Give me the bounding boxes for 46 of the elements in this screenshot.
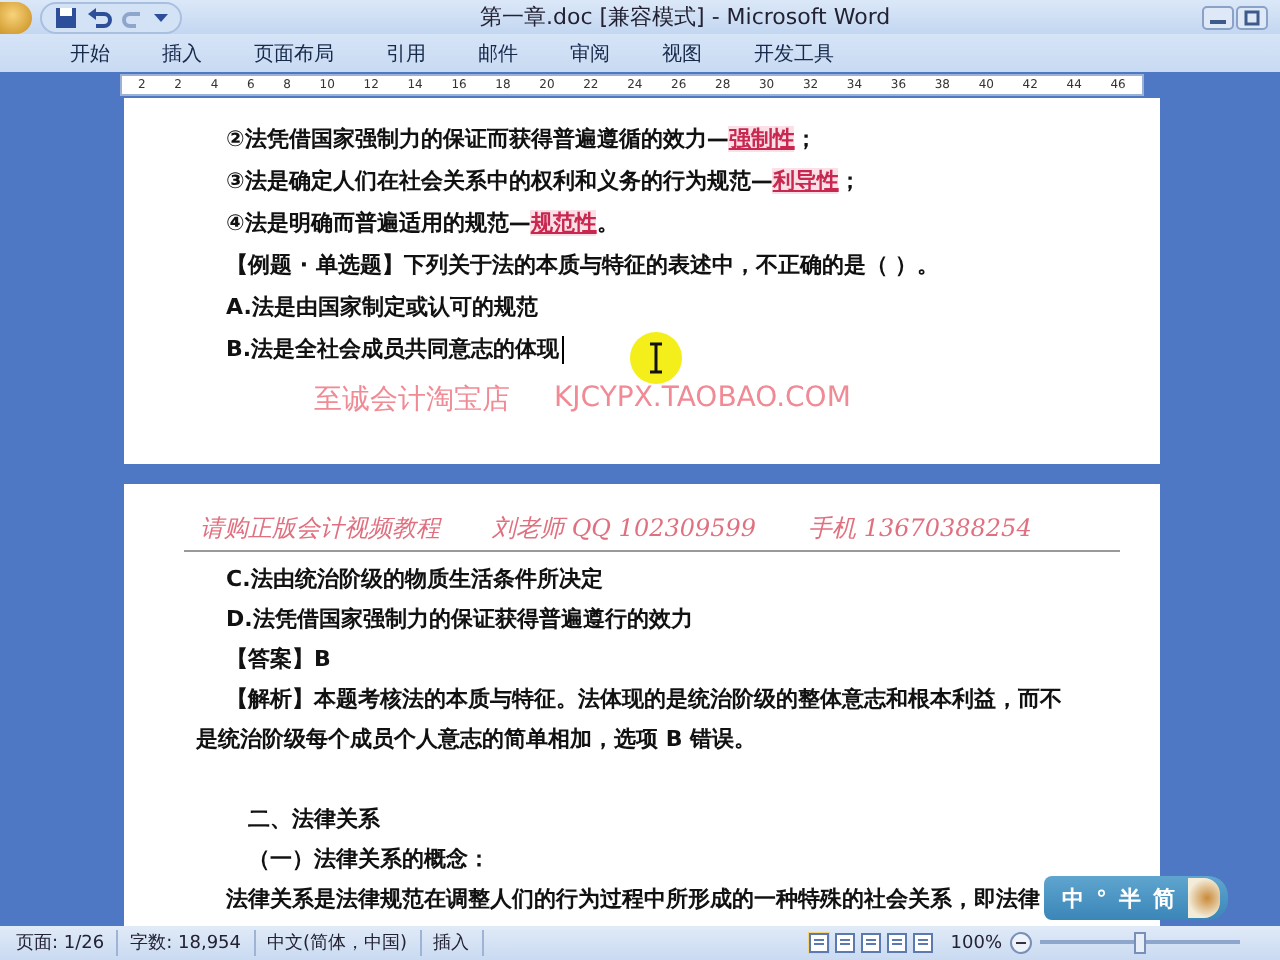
view-mode-icon[interactable] — [860, 932, 883, 954]
zoom-out-icon[interactable] — [1010, 932, 1032, 954]
paragraph: C.法由统治阶级的物质生活条件所决定 — [224, 564, 603, 596]
window-title: 第一章.doc [兼容模式] - Microsoft Word — [480, 2, 891, 32]
ribbon-tab[interactable]: 视图 — [636, 39, 728, 67]
status-item[interactable]: 字数: 18,954 — [118, 930, 255, 956]
paragraph: ③法是确定人们在社会关系中的权利和义务的行为规范—利导性； — [226, 166, 861, 198]
ribbon-tab[interactable]: 引用 — [360, 39, 452, 67]
header-text: 手机 13670388254 — [808, 512, 1032, 546]
heading: （一）法律关系的概念： — [246, 844, 490, 876]
view-mode-icon[interactable] — [834, 932, 857, 954]
zoom-level[interactable]: 100% — [950, 933, 1002, 953]
paragraph: 【答案】B — [224, 644, 331, 676]
paragraph: D.法凭借国家强制力的保证获得普遍遵行的效力 — [224, 604, 693, 636]
ribbon-tab[interactable]: 插入 — [136, 39, 228, 67]
paragraph: 【解析】本题考核法的本质与特征。法体现的是统治阶级的整体意志和根本利益，而不是统治阶级每个成员个人意志的简单相加，选项 B 错误。 — [196, 684, 1064, 756]
ribbon-tab[interactable]: 审阅 — [544, 39, 636, 67]
ribbon-tab[interactable]: 开始 — [44, 39, 136, 67]
view-mode-icon[interactable] — [912, 932, 935, 954]
view-mode-icon[interactable] — [886, 932, 909, 954]
minimize-icon[interactable] — [1202, 5, 1234, 29]
ribbon-tab[interactable]: 邮件 — [452, 39, 544, 67]
zoom-slider-thumb[interactable] — [1134, 932, 1146, 954]
restore-icon[interactable] — [1236, 5, 1268, 29]
heading: 二、法律关系 — [246, 804, 380, 836]
footer-text: 至诚会计淘宝店 — [314, 382, 510, 418]
paragraph: ④法是明确而普遍适用的规范—规范性。 — [226, 208, 619, 240]
paragraph: 【例题 · 单选题】下列关于法的本质与特征的表述中，不正确的是（ ）。 — [226, 250, 940, 282]
save-icon[interactable] — [54, 5, 78, 29]
paragraph: 法律关系是法律规范在调整人们的行为过程中所形成的一种特殊的社会关系，即法律 — [224, 884, 1040, 916]
header-text: 请购正版会计视频教程 — [200, 512, 440, 546]
ribbon-tab[interactable]: 开发工具 — [728, 39, 860, 67]
undo-icon[interactable] — [86, 5, 114, 29]
paragraph: A.法是由国家制定或认可的规范 — [226, 292, 538, 324]
view-mode-icon[interactable] — [808, 932, 831, 954]
status-item[interactable]: 插入 — [421, 930, 484, 956]
paragraph: B.法是全社会成员共同意志的体现 — [226, 334, 560, 366]
ribbon-tab[interactable]: 页面布局 — [228, 39, 360, 67]
footer-text: KJCYPX.TAOBAO.COM — [554, 382, 851, 418]
text-cursor — [561, 335, 564, 363]
status-item[interactable]: 中文(简体，中国) — [255, 930, 422, 956]
status-item[interactable]: 页面: 1/26 — [4, 930, 119, 956]
header-text: 刘老师 QQ 102309599 — [492, 512, 757, 546]
paragraph: ②法凭借国家强制力的保证而获得普遍遵循的效力—强制性； — [226, 124, 817, 156]
dropdown-icon[interactable] — [154, 11, 168, 23]
mouse-cursor-icon — [630, 332, 682, 384]
